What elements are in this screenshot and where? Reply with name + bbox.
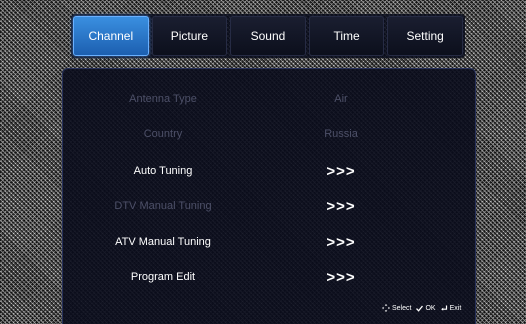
- program-edit-label: Program Edit: [130, 271, 196, 283]
- return-icon: [440, 305, 448, 312]
- atv-manual-tuning-label: ATV Manual Tuning: [115, 236, 211, 248]
- auto-tuning-row[interactable]: Auto Tuning >>>: [63, 159, 475, 183]
- antenna-type-row: Antenna Type Air: [63, 87, 475, 111]
- remote-key-hints: Select OK Exit: [382, 304, 461, 312]
- dtv-manual-tuning-label: DTV Manual Tuning: [114, 200, 212, 212]
- atv-manual-tuning-arrows[interactable]: >>>: [291, 234, 391, 251]
- tab-channel[interactable]: Channel: [73, 16, 149, 56]
- ok-hint: OK: [416, 304, 436, 312]
- program-edit-row[interactable]: Program Edit >>>: [63, 265, 475, 289]
- menu-tab-bar: Channel Picture Sound Time Setting: [71, 14, 465, 58]
- ok-hint-label: OK: [425, 304, 436, 312]
- auto-tuning-label: Auto Tuning: [133, 165, 193, 177]
- dtv-manual-tuning-row[interactable]: DTV Manual Tuning >>>: [63, 194, 475, 218]
- program-edit-arrows[interactable]: >>>: [291, 269, 391, 286]
- tab-time[interactable]: Time: [308, 16, 385, 56]
- dpad-icon: [382, 304, 390, 312]
- auto-tuning-arrows[interactable]: >>>: [291, 163, 391, 180]
- select-hint-label: Select: [392, 304, 412, 312]
- country-value: Russia: [324, 128, 358, 140]
- dtv-manual-tuning-arrows[interactable]: >>>: [291, 198, 391, 215]
- select-hint: Select: [382, 304, 411, 312]
- country-label: Country: [143, 128, 183, 140]
- channel-menu-panel: Antenna Type Air Country Russia Auto Tun…: [62, 68, 476, 324]
- atv-manual-tuning-row[interactable]: ATV Manual Tuning >>>: [63, 230, 475, 254]
- tab-setting[interactable]: Setting: [387, 16, 463, 56]
- antenna-type-value: Air: [334, 93, 348, 105]
- exit-hint: Exit: [440, 304, 462, 312]
- check-icon: [416, 305, 424, 312]
- tab-sound[interactable]: Sound: [230, 16, 306, 56]
- exit-hint-label: Exit: [449, 304, 462, 312]
- tab-picture[interactable]: Picture: [151, 16, 228, 56]
- antenna-type-label: Antenna Type: [129, 93, 197, 105]
- country-row: Country Russia: [63, 122, 475, 146]
